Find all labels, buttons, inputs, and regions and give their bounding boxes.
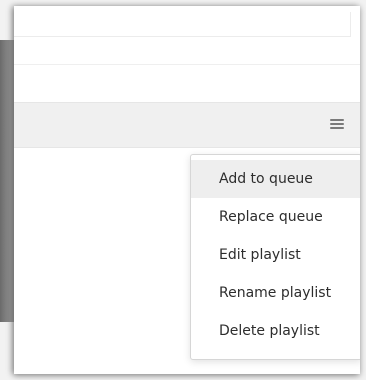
hamburger-menu-icon[interactable] (328, 115, 346, 133)
menu-item-delete-playlist[interactable]: Delete playlist (191, 312, 360, 350)
playlist-options-menu: Add to queue Replace queue Edit playlist… (190, 154, 360, 360)
top-input-area (14, 12, 351, 37)
row-divider (14, 64, 360, 65)
menu-item-edit-playlist[interactable]: Edit playlist (191, 236, 360, 274)
playlist-header-bar (14, 102, 360, 148)
playlist-window: Add to queue Replace queue Edit playlist… (14, 6, 360, 374)
background-window-edge (0, 40, 14, 322)
menu-item-replace-queue[interactable]: Replace queue (191, 198, 360, 236)
menu-item-add-to-queue[interactable]: Add to queue (191, 160, 360, 198)
menu-item-rename-playlist[interactable]: Rename playlist (191, 274, 360, 312)
